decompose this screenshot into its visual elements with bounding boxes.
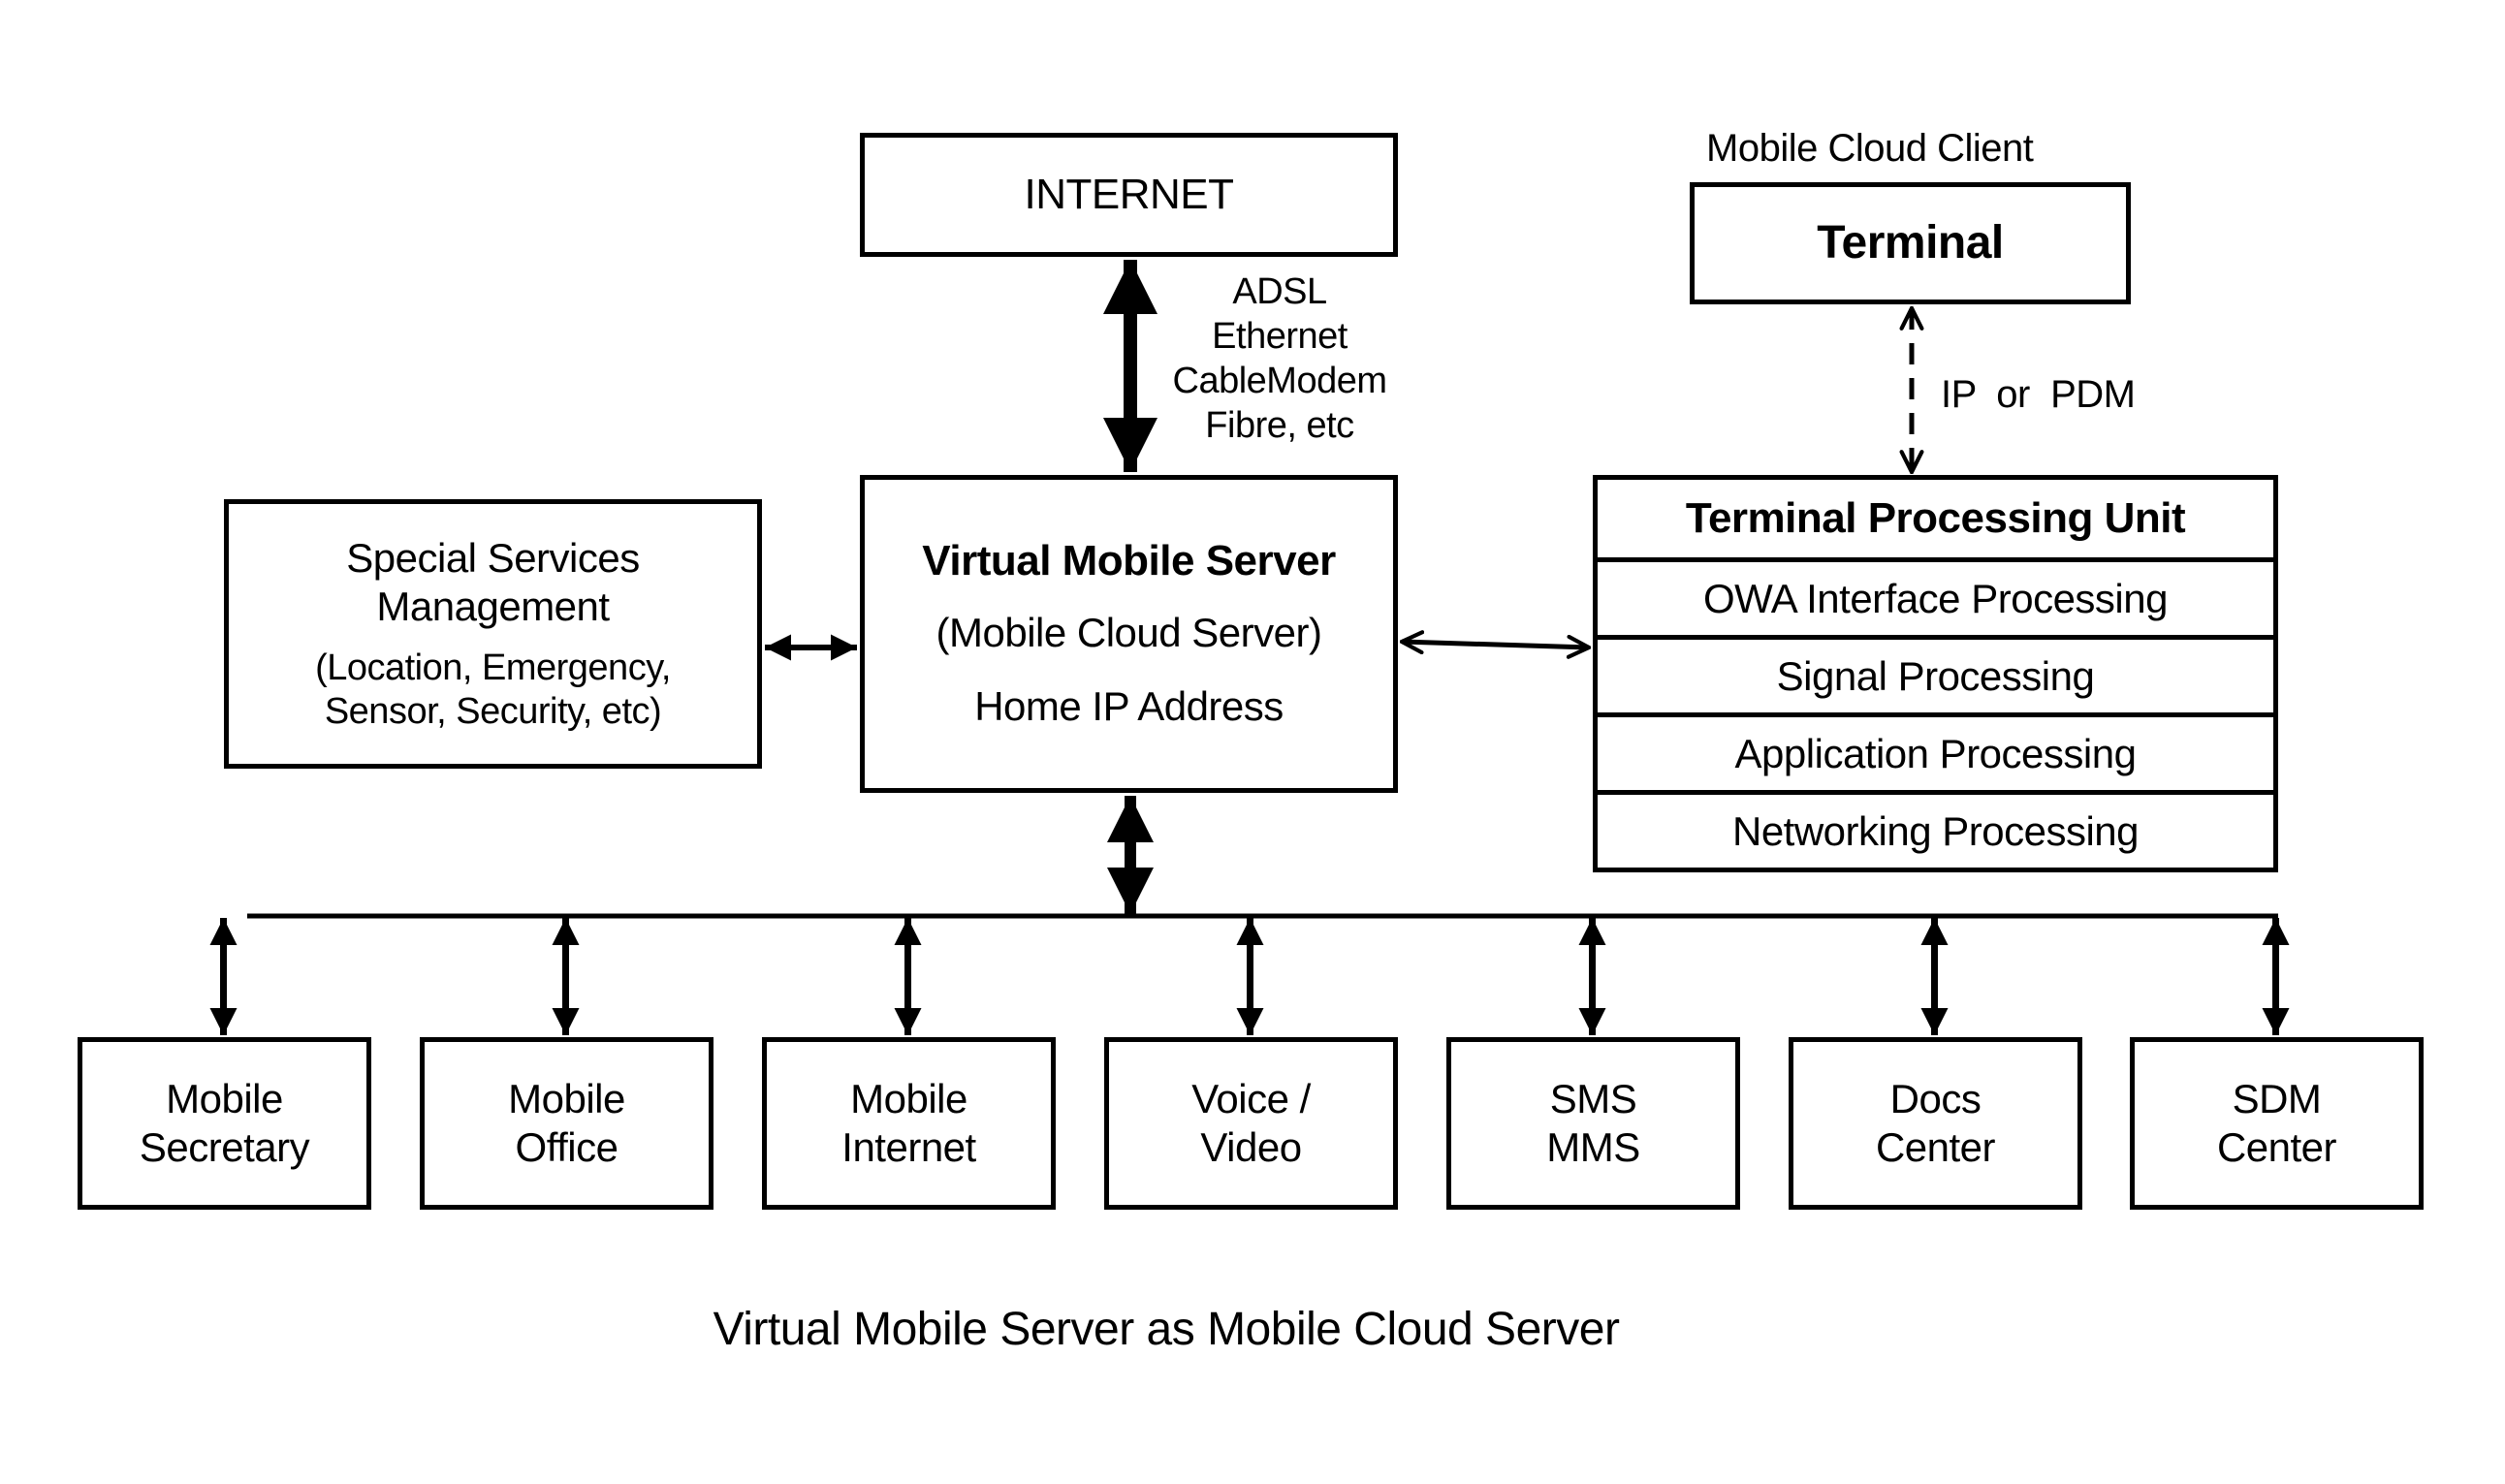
internet-label: INTERNET <box>1024 171 1235 218</box>
special-services-line2: Management <box>376 584 610 629</box>
service-line1: Mobile <box>850 1076 967 1121</box>
service-box-mobile-office: Mobile Office <box>420 1037 713 1210</box>
service-box-sdm-center: SDM Center <box>2130 1037 2424 1210</box>
terminal-box: Terminal <box>1690 182 2131 304</box>
special-services-line4: Sensor, Security, etc) <box>324 691 662 732</box>
service-line1: SMS <box>1549 1076 1637 1121</box>
tpu-row-networking: Networking Processing <box>1598 790 2273 868</box>
mobile-cloud-client-caption: Mobile Cloud Client <box>1706 127 2034 170</box>
service-line1: Docs <box>1889 1076 1982 1121</box>
service-line2: Center <box>2216 1124 2337 1170</box>
tpu-row-application: Application Processing <box>1598 712 2273 790</box>
tpu-row-label: Networking Processing <box>1731 807 2140 854</box>
service-line2: Video <box>1200 1124 1302 1170</box>
tpu-row-owa: OWA Interface Processing <box>1598 557 2273 635</box>
terminal-label: Terminal <box>1817 217 2004 268</box>
vms-subtitle: (Mobile Cloud Server) <box>935 610 1322 655</box>
service-line1: SDM <box>2232 1076 2322 1121</box>
internet-box: INTERNET <box>860 133 1398 257</box>
special-services-line3: (Location, Emergency, <box>315 647 671 688</box>
service-line2: Secretary <box>139 1124 310 1170</box>
service-box-mobile-internet: Mobile Internet <box>762 1037 1056 1210</box>
tpu-row-signal: Signal Processing <box>1598 635 2273 712</box>
service-box-voice-video: Voice / Video <box>1104 1037 1398 1210</box>
tpu-title: Terminal Processing Unit <box>1685 494 2186 543</box>
tpu-row-label: OWA Interface Processing <box>1703 575 2168 621</box>
figure-caption: Virtual Mobile Server as Mobile Cloud Se… <box>713 1304 1620 1355</box>
service-box-sms-mms: SMS MMS <box>1446 1037 1740 1210</box>
special-services-box: Special Services Management (Location, E… <box>224 499 762 769</box>
service-line2: Office <box>515 1124 618 1170</box>
virtual-mobile-server-box: Virtual Mobile Server (Mobile Cloud Serv… <box>860 475 1398 793</box>
tpu-row-label: Application Processing <box>1734 730 2137 776</box>
tpu-header: Terminal Processing Unit <box>1598 480 2273 557</box>
service-drop-links <box>209 918 2290 1035</box>
link-label-adsl: ADSL <box>1232 271 1327 312</box>
terminal-processing-unit: Terminal Processing Unit OWA Interface P… <box>1593 475 2278 872</box>
service-box-docs-center: Docs Center <box>1789 1037 2082 1210</box>
service-box-mobile-secretary: Mobile Secretary <box>78 1037 371 1210</box>
service-line1: Voice / <box>1191 1076 1311 1121</box>
service-line1: Mobile <box>508 1076 625 1121</box>
terminal-link-label: IP or PDM <box>1941 373 2136 416</box>
service-line1: Mobile <box>166 1076 283 1121</box>
link-label-cablemodem: CableModem <box>1172 361 1388 401</box>
vms-title: Virtual Mobile Server <box>922 537 1336 584</box>
service-line2: Center <box>1875 1124 1996 1170</box>
special-services-line1: Special Services <box>346 535 640 581</box>
service-line2: Internet <box>841 1124 976 1170</box>
internet-link-labels: ADSL Ethernet CableModem Fibre, etc <box>1144 269 1415 448</box>
tpu-row-label: Signal Processing <box>1776 652 2095 699</box>
vms-tpu-link <box>1402 642 1589 647</box>
link-label-ethernet: Ethernet <box>1212 316 1348 357</box>
link-label-fibre: Fibre, etc <box>1205 405 1354 446</box>
vms-home-ip: Home IP Address <box>974 683 1284 729</box>
service-line2: MMS <box>1546 1124 1640 1170</box>
